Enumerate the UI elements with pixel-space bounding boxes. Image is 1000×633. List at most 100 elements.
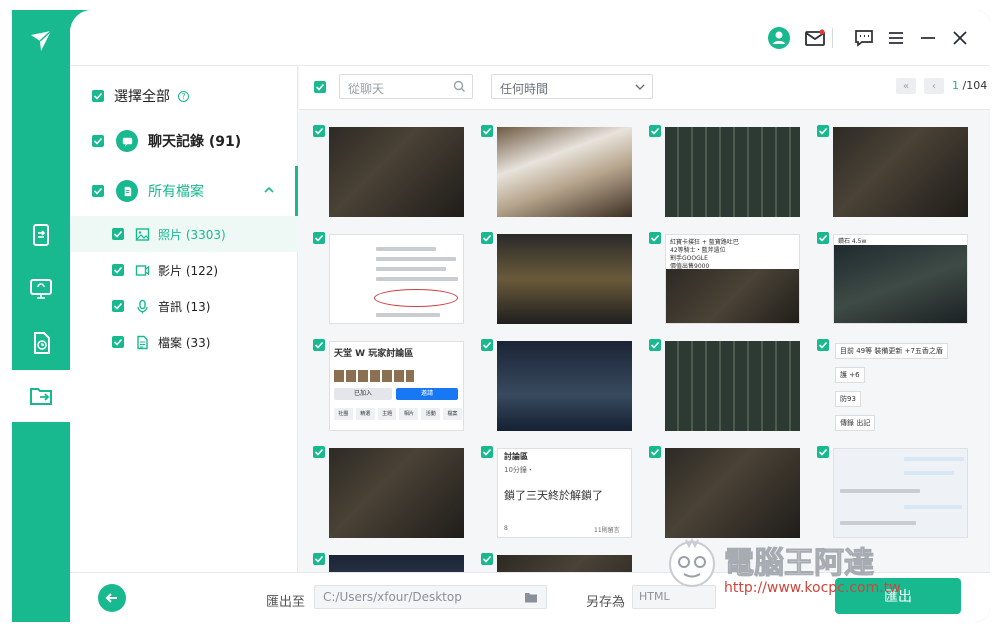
photo-checkbox[interactable] (817, 339, 829, 351)
photo-thumbnail[interactable] (497, 127, 632, 217)
chat-records-checkbox[interactable] (92, 135, 104, 147)
photo-checkbox[interactable] (313, 446, 325, 458)
sidebar-item-photos[interactable]: 照片 (3303) (70, 216, 298, 252)
photo-thumbnail[interactable] (329, 127, 464, 217)
photo-thumbnail[interactable] (497, 555, 632, 573)
account-button[interactable] (766, 25, 792, 51)
folder-icon[interactable] (524, 591, 538, 604)
back-button[interactable] (98, 584, 126, 612)
photo-item[interactable] (313, 446, 469, 548)
photo-thumbnail[interactable] (497, 341, 632, 431)
search-icon[interactable] (453, 80, 466, 93)
fb-tab: 精選 (355, 408, 375, 420)
first-page-button[interactable]: « (896, 78, 916, 94)
photo-checkbox[interactable] (313, 553, 325, 565)
photo-thumbnail[interactable]: 鑽石 4.5w (833, 234, 968, 324)
photo-checkbox[interactable] (313, 125, 325, 137)
photo-thumbnail[interactable] (833, 448, 968, 538)
rail-transfer-device-button[interactable] (24, 218, 58, 252)
photo-thumbnail[interactable]: 紅寶卡撲狂 + 藍寶路吐巴 42等騎士・藍斧遺位 割手GOOGLE 價值出售90… (665, 234, 800, 324)
photo-item[interactable] (313, 232, 469, 334)
photo-checkbox[interactable] (481, 125, 493, 137)
select-all-row[interactable]: 選擇全部 ? (70, 86, 298, 106)
sidebar-item-videos[interactable]: 影片 (122) (70, 252, 298, 288)
time-filter-select[interactable]: 任何時間 (491, 74, 653, 99)
photo-checkbox[interactable] (313, 339, 325, 351)
photo-checkbox[interactable] (313, 232, 325, 244)
all-files-checkbox[interactable] (92, 185, 104, 197)
check-icon (818, 127, 828, 135)
photo-checkbox[interactable] (649, 232, 661, 244)
format-select[interactable]: HTML (632, 585, 716, 609)
photo-item[interactable]: 討論區 10分鐘・ 鎖了三天終於解鎖了 8 11則留言 (481, 446, 637, 548)
photos-checkbox[interactable] (112, 228, 124, 240)
document-icon (134, 334, 150, 350)
photo-thumbnail[interactable] (665, 127, 800, 217)
sidebar-item-audio[interactable]: 音訊 (13) (70, 288, 298, 324)
photo-checkbox[interactable] (817, 446, 829, 458)
photo-item[interactable] (481, 125, 637, 227)
check-icon (650, 448, 660, 456)
photo-thumbnail[interactable] (497, 234, 632, 324)
close-button[interactable] (947, 25, 973, 51)
photo-thumbnail[interactable] (833, 127, 968, 217)
photo-checkbox[interactable] (481, 232, 493, 244)
fb-tab: 活動 (421, 408, 441, 420)
audio-checkbox[interactable] (112, 300, 124, 312)
toolbar-select-all-checkbox[interactable] (314, 81, 326, 93)
photo-item[interactable] (313, 553, 469, 573)
photo-item[interactable]: 天堂 W 玩家討論區 已加入 邀請 社團 精選 主題 相片 活動 檔案 (313, 339, 469, 441)
photo-checkbox[interactable] (481, 339, 493, 351)
photo-checkbox[interactable] (649, 125, 661, 137)
documents-checkbox[interactable] (112, 336, 124, 348)
check-icon (482, 448, 492, 456)
photo-item[interactable] (649, 446, 805, 548)
app-window: 選擇全部 ? 聊天記錄 (91) 所有檔案 照片 (3303) 影片 (122)… (12, 10, 990, 622)
export-path-field[interactable]: C:/Users/xfour/Desktop (314, 585, 547, 609)
photo-checkbox[interactable] (481, 446, 493, 458)
photo-item[interactable] (817, 446, 973, 548)
photo-item[interactable] (481, 232, 637, 334)
photo-item[interactable] (817, 125, 973, 227)
mail-button[interactable] (802, 25, 828, 51)
help-icon[interactable]: ? (178, 90, 189, 102)
photo-thumbnail[interactable] (665, 341, 800, 431)
rail-restore-button[interactable] (24, 326, 58, 360)
feedback-button[interactable] (851, 25, 877, 51)
chevron-up-icon[interactable] (263, 184, 275, 196)
minimize-button[interactable] (915, 25, 941, 51)
fb-tab: 相片 (399, 408, 419, 420)
select-all-checkbox[interactable] (92, 90, 104, 102)
photo-thumbnail[interactable]: 目前 49等 裝備更新 +7五香之盾 護 +6 防93 傳錄 出記 (833, 341, 968, 431)
photo-checkbox[interactable] (481, 553, 493, 565)
photo-thumbnail[interactable]: 討論區 10分鐘・ 鎖了三天終於解鎖了 8 11則留言 (497, 448, 632, 538)
check-icon (650, 127, 660, 135)
photo-item[interactable]: 目前 49等 裝備更新 +7五香之盾 護 +6 防93 傳錄 出記 (817, 339, 973, 441)
photo-thumbnail[interactable] (665, 448, 800, 538)
photo-checkbox[interactable] (649, 446, 661, 458)
search-input[interactable]: 從聊天 (339, 74, 473, 99)
photo-checkbox[interactable] (649, 339, 661, 351)
all-files-row[interactable]: 所有檔案 (70, 166, 298, 216)
photo-thumbnail[interactable] (329, 448, 464, 538)
prev-page-button[interactable]: ‹ (924, 78, 944, 94)
export-button[interactable]: 匯出 (835, 578, 961, 614)
rail-export-button[interactable] (12, 370, 70, 422)
photo-checkbox[interactable] (817, 125, 829, 137)
photo-thumbnail[interactable] (329, 234, 464, 324)
photo-item[interactable] (313, 125, 469, 227)
photo-thumbnail[interactable] (329, 555, 464, 573)
menu-button[interactable] (883, 25, 909, 51)
photo-thumbnail[interactable]: 天堂 W 玩家討論區 已加入 邀請 社團 精選 主題 相片 活動 檔案 (329, 341, 464, 431)
rail-backup-button[interactable] (24, 272, 58, 306)
videos-checkbox[interactable] (112, 264, 124, 276)
photo-item[interactable] (649, 125, 805, 227)
photo-item[interactable]: 紅寶卡撲狂 + 藍寶路吐巴 42等騎士・藍斧遺位 割手GOOGLE 價值出售90… (649, 232, 805, 334)
chat-records-row[interactable]: 聊天記錄 (91) (70, 130, 298, 152)
photo-checkbox[interactable] (817, 232, 829, 244)
photo-item[interactable] (481, 339, 637, 441)
sidebar-item-documents[interactable]: 檔案 (33) (70, 324, 298, 360)
photo-item[interactable] (649, 339, 805, 441)
photo-item[interactable]: 鑽石 4.5w (817, 232, 973, 334)
photo-item[interactable] (481, 553, 637, 573)
